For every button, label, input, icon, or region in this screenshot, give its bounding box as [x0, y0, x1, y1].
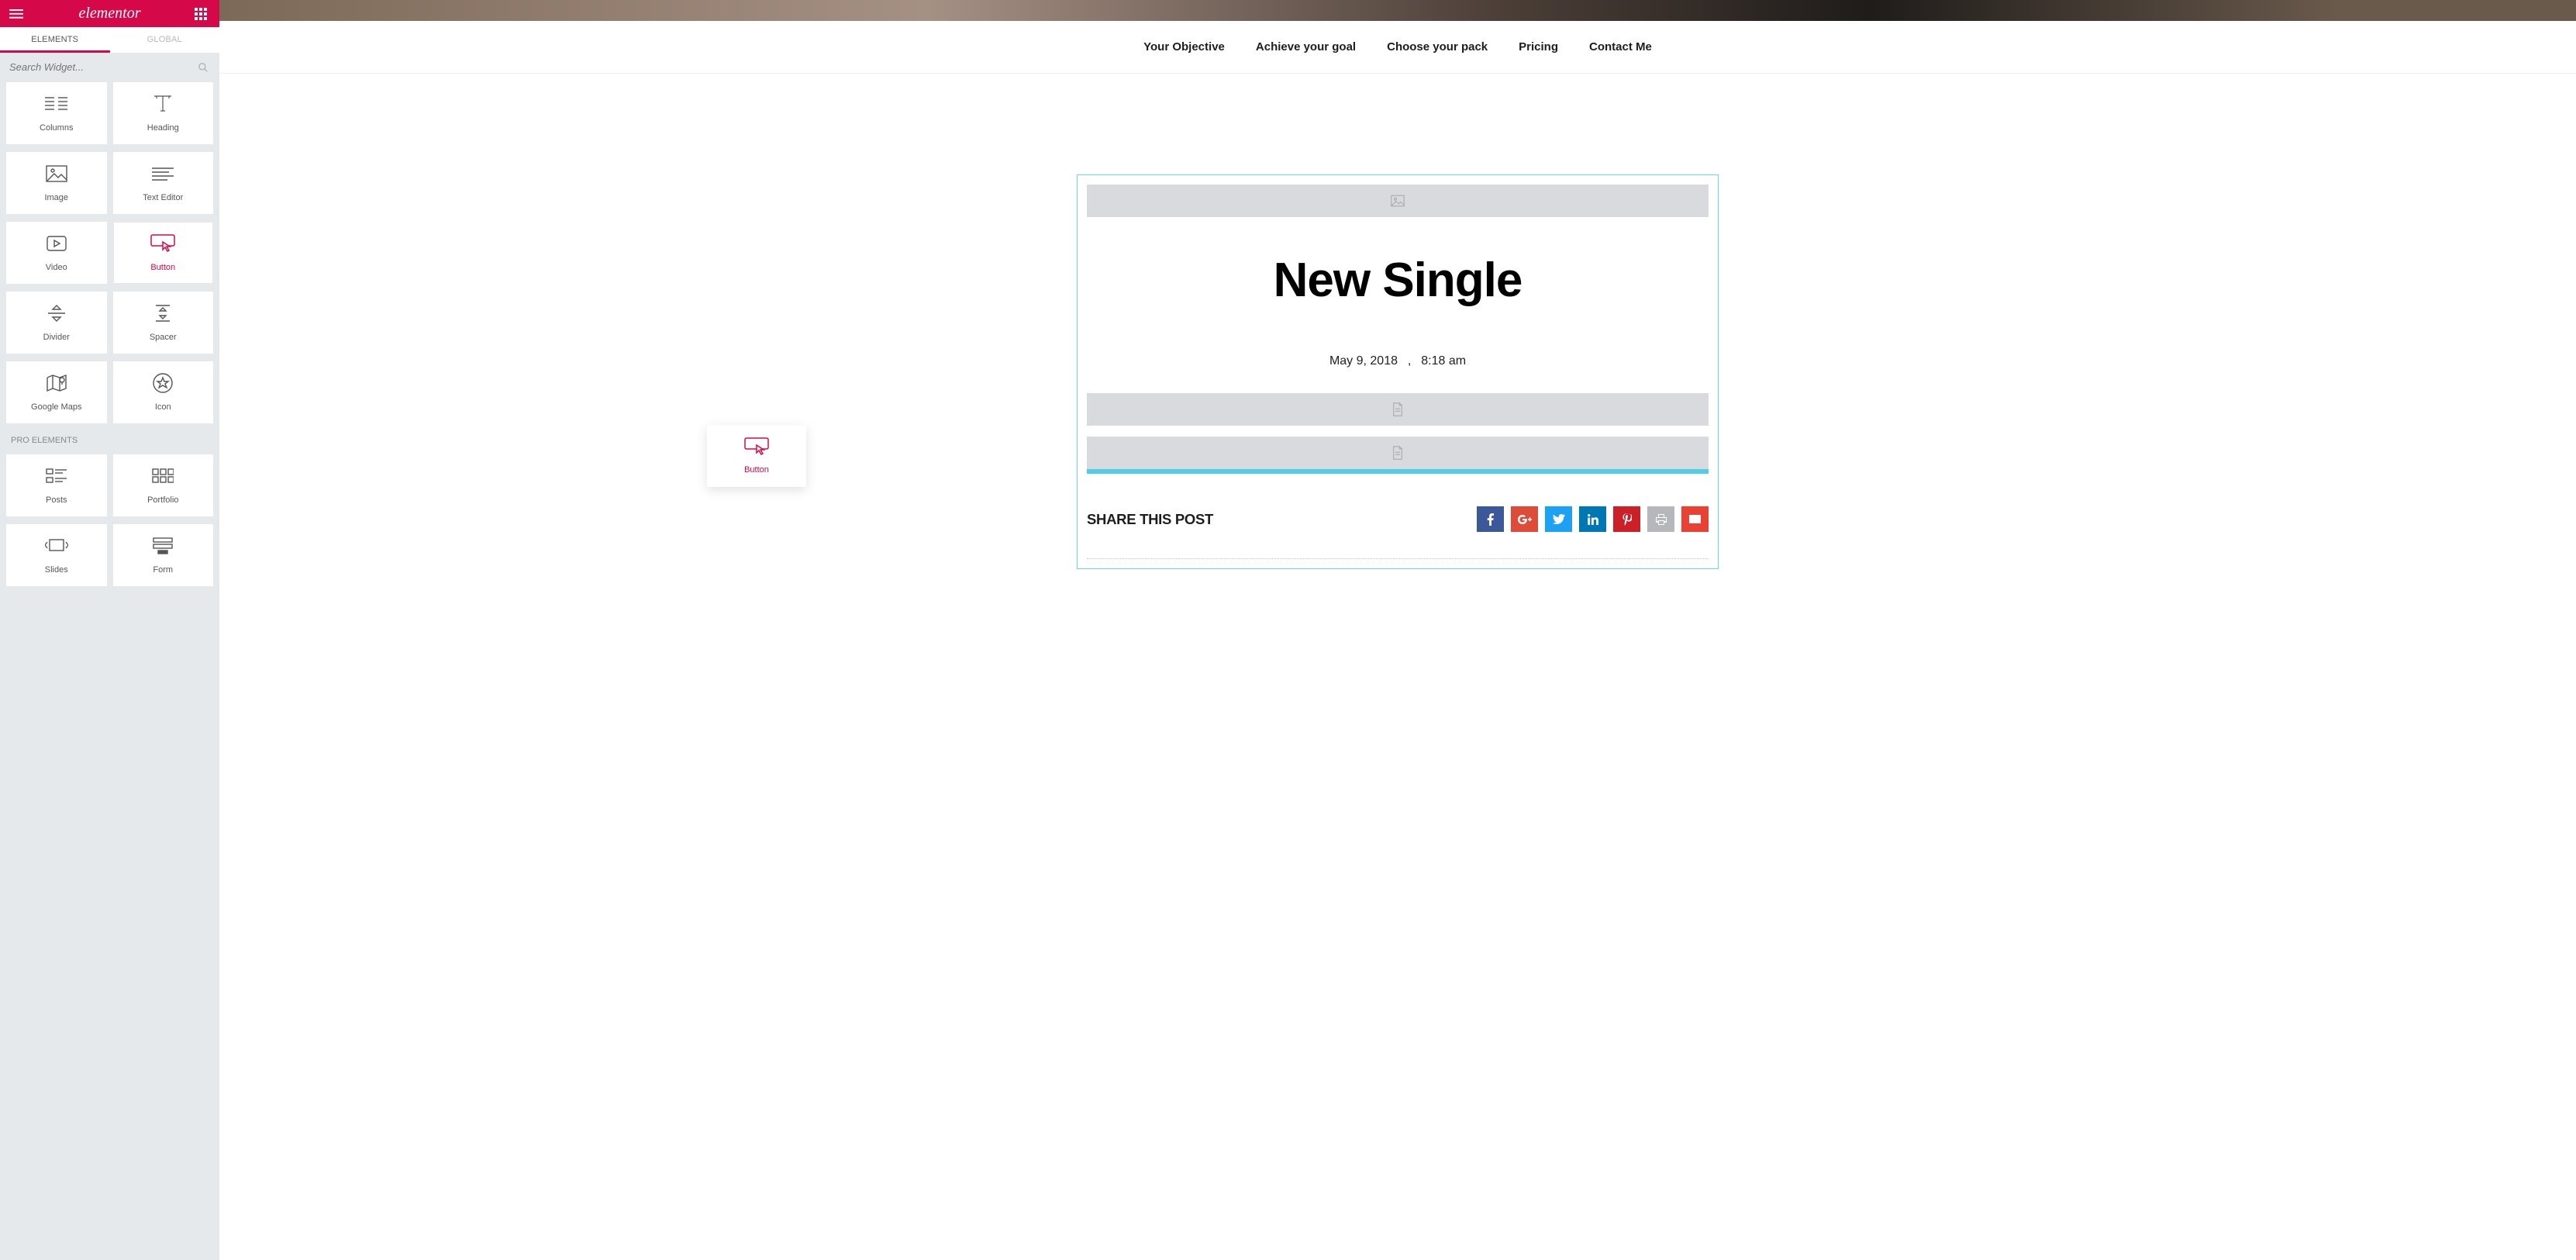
search-input[interactable]: [9, 61, 210, 73]
share-googleplus[interactable]: [1511, 506, 1538, 532]
document-icon: [1391, 402, 1405, 416]
featured-image-placeholder[interactable]: [1087, 185, 1709, 217]
spacer-icon: [154, 303, 171, 323]
print-icon: [1656, 514, 1667, 525]
portfolio-icon: [152, 466, 174, 486]
hero-image-strip: [219, 0, 2576, 21]
widget-label: Button: [150, 263, 175, 272]
widget-spacer[interactable]: Spacer: [113, 292, 214, 354]
widget-google-maps[interactable]: Google Maps: [6, 361, 107, 423]
widget-slides[interactable]: Slides: [6, 524, 107, 586]
brand-logo: elementor: [25, 5, 195, 22]
post-meta[interactable]: May 9, 2018 , 8:18 am: [1087, 354, 1709, 368]
widget-columns[interactable]: Columns: [6, 82, 107, 144]
meta-separator: ,: [1404, 354, 1414, 368]
text-editor-icon: [152, 164, 174, 184]
share-row: SHARE THIS POST: [1087, 506, 1709, 532]
search-icon[interactable]: [198, 62, 209, 73]
email-icon: [1689, 515, 1701, 523]
share-print[interactable]: [1647, 506, 1674, 532]
share-facebook[interactable]: [1477, 506, 1504, 532]
apps-icon[interactable]: [195, 8, 210, 20]
twitter-icon: [1553, 514, 1565, 524]
linkedin-icon: [1588, 514, 1598, 525]
widget-form[interactable]: Form: [113, 524, 214, 586]
widget-image[interactable]: Image: [6, 152, 107, 214]
widget-label: Image: [44, 193, 68, 202]
pinterest-icon: [1623, 513, 1632, 526]
button-icon: [150, 233, 175, 254]
video-icon: [47, 233, 67, 254]
map-icon: [47, 373, 67, 393]
widget-label: Portfolio: [147, 495, 178, 505]
share-icons: [1477, 506, 1709, 532]
image-icon: [46, 164, 67, 184]
widget-divider[interactable]: Divider: [6, 292, 107, 354]
elementor-section[interactable]: New Single May 9, 2018 , 8:18 am: [1077, 174, 1719, 569]
nav-link[interactable]: Your Objective: [1143, 40, 1225, 54]
widget-portfolio[interactable]: Portfolio: [113, 454, 214, 516]
panel-header: elementor: [0, 0, 219, 27]
nav-link[interactable]: Choose your pack: [1387, 40, 1488, 54]
googleplus-icon: [1518, 515, 1532, 524]
form-icon: [153, 536, 173, 556]
widget-icon[interactable]: Icon: [113, 361, 214, 423]
widget-label: Divider: [43, 333, 70, 342]
widget-video[interactable]: Video: [6, 222, 107, 284]
widget-posts[interactable]: Posts: [6, 454, 107, 516]
post-title[interactable]: New Single: [1087, 253, 1709, 308]
widget-text-editor[interactable]: Text Editor: [113, 152, 214, 214]
star-icon: [153, 373, 173, 393]
elementor-panel: elementor ELEMENTS GLOBAL Columns: [0, 0, 219, 1260]
widget-label: Form: [153, 565, 173, 575]
post-time: 8:18 am: [1421, 354, 1466, 368]
menu-icon[interactable]: [9, 7, 25, 21]
image-icon: [1391, 194, 1405, 208]
document-icon: [1391, 446, 1405, 460]
editor-canvas[interactable]: Your Objective Achieve your goal Choose …: [219, 0, 2576, 1260]
widget-label: Columns: [40, 123, 73, 133]
slides-icon: [45, 536, 68, 556]
nav-link[interactable]: Achieve your goal: [1256, 40, 1356, 54]
facebook-icon: [1487, 513, 1494, 526]
tab-global[interactable]: GLOBAL: [110, 27, 220, 53]
share-heading: SHARE THIS POST: [1087, 511, 1213, 528]
panel-tabs: ELEMENTS GLOBAL: [0, 27, 219, 53]
tab-elements[interactable]: ELEMENTS: [0, 27, 110, 53]
posts-icon: [46, 466, 67, 486]
site-nav: Your Objective Achieve your goal Choose …: [219, 21, 2576, 74]
widget-label: Text Editor: [143, 193, 183, 202]
widget-label: Icon: [155, 402, 171, 412]
pro-section-heading: PRO ELEMENTS: [6, 431, 213, 454]
share-linkedin[interactable]: [1579, 506, 1606, 532]
share-pinterest[interactable]: [1613, 506, 1640, 532]
nav-link[interactable]: Pricing: [1519, 40, 1558, 54]
share-email[interactable]: [1681, 506, 1709, 532]
widget-button[interactable]: Button: [113, 222, 214, 284]
widget-label: Heading: [147, 123, 179, 133]
columns-icon: [45, 94, 68, 114]
widget-heading[interactable]: Heading: [113, 82, 214, 144]
widget-label: Posts: [46, 495, 67, 505]
post-date: May 9, 2018: [1329, 354, 1398, 368]
divider-icon: [47, 303, 67, 323]
widget-label: Slides: [45, 565, 68, 575]
nav-link[interactable]: Contact Me: [1589, 40, 1652, 54]
dotted-divider: [1087, 558, 1709, 559]
drop-target[interactable]: [1087, 437, 1709, 474]
widget-label: Spacer: [150, 333, 177, 342]
widget-label: Google Maps: [31, 402, 81, 412]
content-placeholder[interactable]: [1087, 393, 1709, 426]
search-bar: [0, 53, 219, 82]
widget-list: Columns Heading Image: [0, 82, 219, 1260]
share-twitter[interactable]: [1545, 506, 1572, 532]
heading-icon: [151, 94, 174, 114]
widget-label: Video: [46, 263, 67, 272]
